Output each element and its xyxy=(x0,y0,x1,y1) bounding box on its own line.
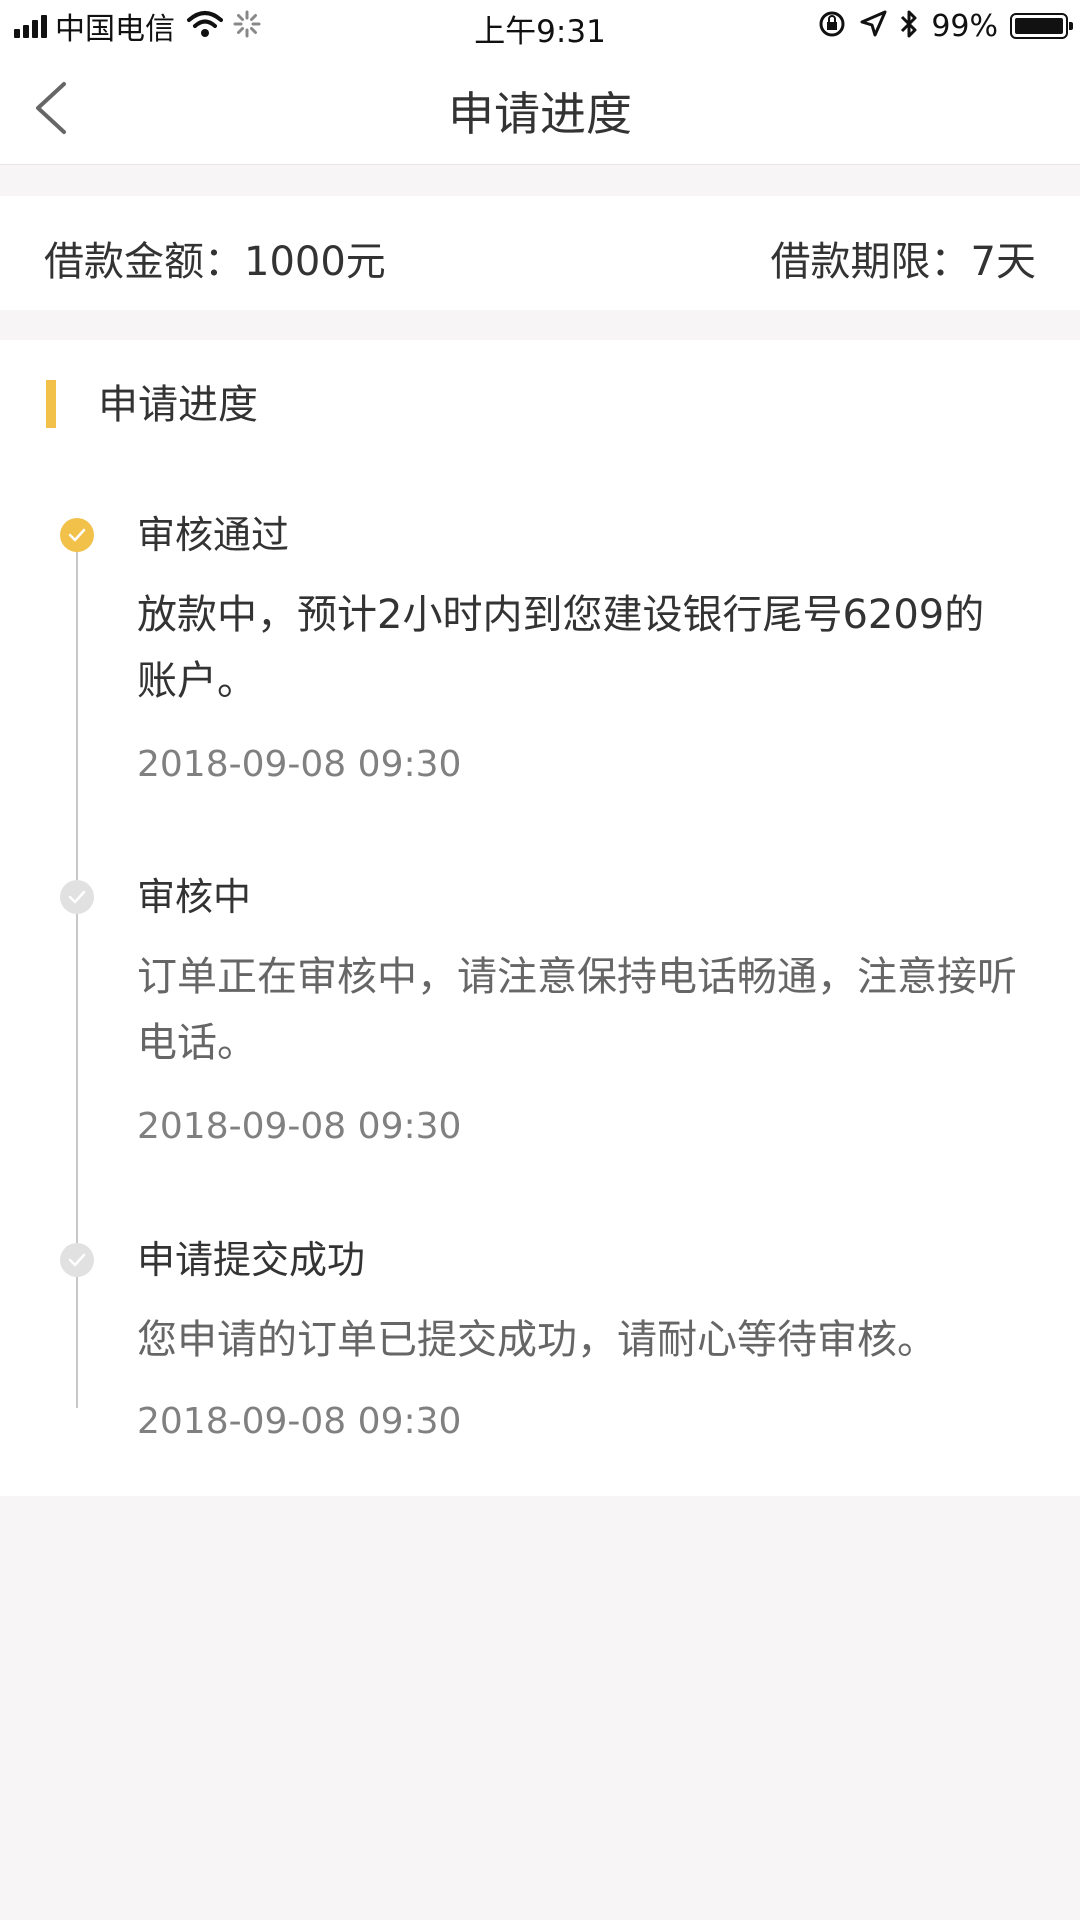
battery-icon xyxy=(1010,13,1073,39)
step-title: 申请提交成功 xyxy=(137,1238,366,1282)
step-time: 2018-09-08 09:30 xyxy=(137,1401,462,1442)
section-title: 申请进度 xyxy=(98,382,258,428)
page-title: 申请进度 xyxy=(448,87,632,141)
location-icon xyxy=(859,10,887,42)
navigation-bar: 申请进度 xyxy=(0,52,1080,165)
progress-section: 申请进度 审核通过 放款中，预计2小时内到您建设银行尾号6209的账户。 201… xyxy=(0,340,1080,1496)
step-time: 2018-09-08 09:30 xyxy=(137,1106,462,1147)
timeline-line xyxy=(76,552,78,1408)
battery-percent: 99% xyxy=(931,8,998,44)
step-title: 审核中 xyxy=(137,875,252,919)
step-description: 放款中，预计2小时内到您建设银行尾号6209的账户。 xyxy=(137,592,985,704)
step-title: 审核通过 xyxy=(137,513,290,557)
status-bar: 中国电信 上午9:31 99% xyxy=(0,0,1080,52)
loan-term: 借款期限：7天 xyxy=(770,239,1036,285)
bluetooth-icon xyxy=(899,8,919,44)
section-header: 申请进度 xyxy=(0,378,1080,432)
check-circle-icon xyxy=(60,880,94,914)
loan-amount: 借款金额：1000元 xyxy=(44,239,386,285)
step-description: 订单正在审核中，请注意保持电话畅通，注意接听电话。 xyxy=(137,954,1017,1066)
loan-info-card: 借款金额：1000元 借款期限：7天 xyxy=(0,196,1080,310)
orientation-lock-icon xyxy=(817,9,847,43)
check-circle-icon xyxy=(60,518,94,552)
step-time: 2018-09-08 09:30 xyxy=(137,744,462,785)
section-accent-bar xyxy=(46,380,56,428)
step-description: 您申请的订单已提交成功，请耐心等待审核。 xyxy=(137,1317,937,1363)
check-circle-icon xyxy=(60,1243,94,1277)
